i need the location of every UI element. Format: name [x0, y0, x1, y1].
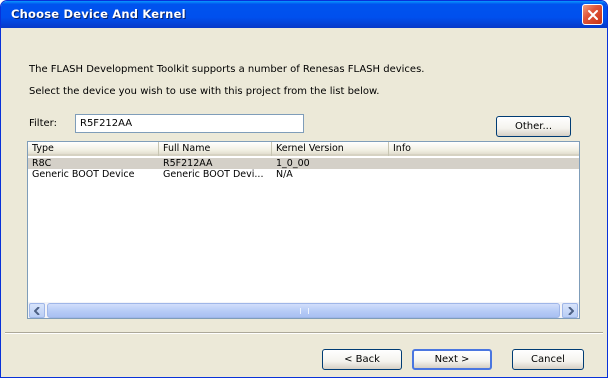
device-list[interactable]: Type Full Name Kernel Version Info R8C R…: [27, 141, 580, 319]
close-icon: [588, 10, 598, 20]
filter-label: Filter:: [29, 118, 57, 129]
title-bar[interactable]: Choose Device And Kernel: [1, 1, 607, 28]
back-button[interactable]: < Back: [322, 349, 402, 370]
cell-full-name: Generic BOOT Devi...: [163, 169, 264, 180]
other-button[interactable]: Other...: [496, 116, 571, 137]
column-header-full-name[interactable]: Full Name: [159, 142, 272, 156]
main-panel: The FLASH Development Toolkit supports a…: [5, 28, 603, 330]
description-line-1: The FLASH Development Toolkit supports a…: [29, 64, 425, 75]
horizontal-scrollbar[interactable]: [28, 302, 579, 318]
window-title: Choose Device And Kernel: [11, 7, 186, 21]
scrollbar-thumb[interactable]: [47, 303, 560, 318]
column-header-kernel-version[interactable]: Kernel Version: [272, 142, 389, 156]
column-header-info[interactable]: Info: [389, 142, 579, 156]
cell-info: [389, 169, 579, 180]
cell-type: R8C: [32, 158, 52, 169]
description-line-2: Select the device you wish to use with t…: [29, 86, 380, 97]
filter-input[interactable]: [75, 114, 304, 133]
scrollbar-grip: [300, 308, 309, 314]
cell-kernel-version: 1_0_00: [276, 158, 310, 169]
table-row[interactable]: Generic BOOT Device Generic BOOT Devi...…: [28, 169, 579, 180]
arrow-left-icon: [34, 307, 40, 315]
list-header: Type Full Name Kernel Version Info: [28, 142, 579, 156]
scroll-left-button[interactable]: [29, 303, 45, 318]
cancel-button[interactable]: Cancel: [512, 349, 584, 370]
cell-kernel-version: N/A: [276, 169, 293, 180]
table-row[interactable]: R8C R5F212AA 1_0_00: [28, 158, 579, 169]
close-button[interactable]: [582, 4, 603, 25]
cell-type: Generic BOOT Device: [32, 169, 135, 180]
dialog-content: The FLASH Development Toolkit supports a…: [5, 28, 603, 375]
scroll-right-button[interactable]: [562, 303, 578, 318]
cell-full-name: R5F212AA: [163, 158, 213, 169]
footer-divider: [5, 332, 603, 334]
next-button[interactable]: Next >: [412, 349, 492, 370]
arrow-right-icon: [568, 307, 574, 315]
column-header-type[interactable]: Type: [28, 142, 159, 156]
cell-info: [389, 158, 579, 169]
choose-device-dialog: Choose Device And Kernel The FLASH Devel…: [0, 0, 608, 378]
